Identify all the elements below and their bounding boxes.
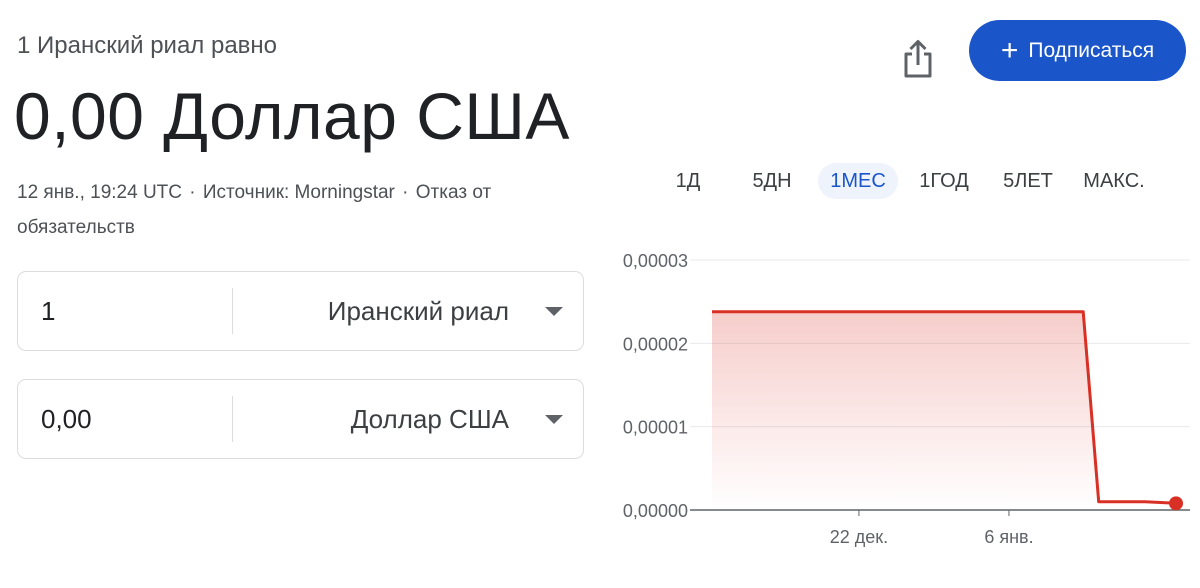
x-tick-label: 6 янв.: [984, 527, 1033, 547]
y-tick-label: 0,00001: [623, 418, 688, 438]
tab-1m[interactable]: 1МЕС: [818, 163, 898, 199]
tab-1d[interactable]: 1Д: [660, 163, 716, 199]
meta-separator: ·: [402, 182, 409, 203]
y-tick-label: 0,00000: [623, 501, 688, 521]
field-divider: [232, 396, 233, 442]
share-icon: [904, 40, 932, 78]
quote-meta: 12 янв., 19:24 UTC · Источник: Morningst…: [17, 175, 577, 245]
chart-area-fill: [712, 311, 1176, 510]
from-currency-select[interactable]: Иранский риал: [328, 296, 509, 327]
share-button[interactable]: [898, 38, 938, 80]
quote-timestamp: 12 янв., 19:24 UTC: [17, 182, 182, 203]
meta-separator: ·: [189, 182, 196, 203]
exchange-rate-chart[interactable]: 0,00003 0,00002 0,00001 0,00000 22 дек. 6 ян…: [600, 240, 1200, 550]
subscribe-button[interactable]: + Подписаться: [969, 20, 1186, 81]
to-amount-input[interactable]: 0,00: [41, 404, 92, 435]
tab-max[interactable]: МАКС.: [1074, 163, 1154, 199]
conversion-subtitle: 1 Иранский риал равно: [17, 32, 278, 59]
field-divider: [232, 288, 233, 334]
y-tick-label: 0,00003: [623, 251, 688, 271]
to-currency-select[interactable]: Доллар США: [351, 404, 509, 435]
dropdown-arrow-icon[interactable]: [545, 307, 563, 316]
from-currency-field: 1 Иранский риал: [17, 271, 584, 351]
tab-5d[interactable]: 5ДН: [740, 163, 804, 199]
subscribe-label: Подписаться: [1028, 38, 1155, 62]
x-tick-label: 22 дек.: [830, 527, 888, 547]
y-tick-label: 0,00002: [623, 334, 688, 354]
quote-source: Источник: Morningstar: [202, 182, 395, 203]
from-amount-input[interactable]: 1: [41, 296, 55, 327]
dropdown-arrow-icon[interactable]: [545, 415, 563, 424]
tab-5y[interactable]: 5ЛЕТ: [992, 163, 1064, 199]
converted-value: 0,00 Доллар США: [14, 79, 570, 153]
to-currency-field: 0,00 Доллар США: [17, 379, 584, 459]
tab-1y[interactable]: 1ГОД: [910, 163, 978, 199]
chart-endpoint: [1169, 496, 1183, 511]
plus-icon: +: [1000, 33, 1019, 67]
